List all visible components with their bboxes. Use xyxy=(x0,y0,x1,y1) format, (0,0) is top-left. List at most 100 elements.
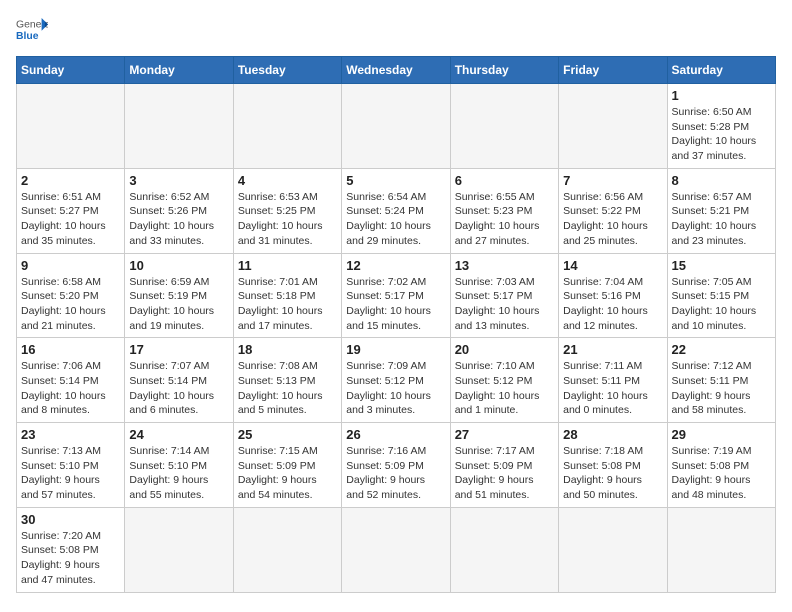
day-number: 25 xyxy=(238,427,337,442)
calendar-cell: 11 Sunrise: 7:01 AM Sunset: 5:18 PM Dayli… xyxy=(233,253,341,338)
calendar-week-1: 2 Sunrise: 6:51 AM Sunset: 5:27 PM Daylig… xyxy=(17,168,776,253)
calendar-cell xyxy=(450,84,558,169)
calendar-cell xyxy=(17,84,125,169)
calendar-cell: 25 Sunrise: 7:15 AM Sunset: 5:09 PM Dayli… xyxy=(233,423,341,508)
day-info: Sunrise: 7:05 AM Sunset: 5:15 PM Dayligh… xyxy=(672,275,771,334)
weekday-header-monday: Monday xyxy=(125,57,233,84)
calendar-cell: 7 Sunrise: 6:56 AM Sunset: 5:22 PM Daylig… xyxy=(559,168,667,253)
calendar-cell: 8 Sunrise: 6:57 AM Sunset: 5:21 PM Daylig… xyxy=(667,168,775,253)
day-info: Sunrise: 6:51 AM Sunset: 5:27 PM Dayligh… xyxy=(21,190,120,249)
calendar-cell: 20 Sunrise: 7:10 AM Sunset: 5:12 PM Dayli… xyxy=(450,338,558,423)
day-number: 2 xyxy=(21,173,120,188)
day-number: 15 xyxy=(672,258,771,273)
weekday-header-thursday: Thursday xyxy=(450,57,558,84)
day-number: 27 xyxy=(455,427,554,442)
svg-text:Blue: Blue xyxy=(16,31,39,42)
day-info: Sunrise: 7:20 AM Sunset: 5:08 PM Dayligh… xyxy=(21,529,120,588)
day-info: Sunrise: 7:10 AM Sunset: 5:12 PM Dayligh… xyxy=(455,359,554,418)
day-info: Sunrise: 6:58 AM Sunset: 5:20 PM Dayligh… xyxy=(21,275,120,334)
day-number: 8 xyxy=(672,173,771,188)
calendar-cell: 23 Sunrise: 7:13 AM Sunset: 5:10 PM Dayli… xyxy=(17,423,125,508)
calendar-cell: 1Sunrise: 6:50 AM Sunset: 5:28 PM Daylig… xyxy=(667,84,775,169)
day-info: Sunrise: 7:16 AM Sunset: 5:09 PM Dayligh… xyxy=(346,444,445,503)
calendar-cell: 19Sunrise: 7:09 AM Sunset: 5:12 PM Dayli… xyxy=(342,338,450,423)
day-info: Sunrise: 6:57 AM Sunset: 5:21 PM Dayligh… xyxy=(672,190,771,249)
day-number: 28 xyxy=(563,427,662,442)
calendar-cell xyxy=(125,84,233,169)
calendar-cell: 18Sunrise: 7:08 AM Sunset: 5:13 PM Dayli… xyxy=(233,338,341,423)
calendar-cell xyxy=(233,507,341,592)
header: General Blue xyxy=(16,16,776,44)
day-number: 21 xyxy=(563,342,662,357)
day-info: Sunrise: 7:11 AM Sunset: 5:11 PM Dayligh… xyxy=(563,359,662,418)
day-info: Sunrise: 7:17 AM Sunset: 5:09 PM Dayligh… xyxy=(455,444,554,503)
calendar-week-0: 1Sunrise: 6:50 AM Sunset: 5:28 PM Daylig… xyxy=(17,84,776,169)
day-info: Sunrise: 7:15 AM Sunset: 5:09 PM Dayligh… xyxy=(238,444,337,503)
day-info: Sunrise: 6:53 AM Sunset: 5:25 PM Dayligh… xyxy=(238,190,337,249)
day-info: Sunrise: 6:56 AM Sunset: 5:22 PM Dayligh… xyxy=(563,190,662,249)
day-info: Sunrise: 7:12 AM Sunset: 5:11 PM Dayligh… xyxy=(672,359,771,418)
logo: General Blue xyxy=(16,16,48,44)
day-info: Sunrise: 7:01 AM Sunset: 5:18 PM Dayligh… xyxy=(238,275,337,334)
day-number: 14 xyxy=(563,258,662,273)
calendar-cell xyxy=(667,507,775,592)
calendar-cell: 28 Sunrise: 7:18 AM Sunset: 5:08 PM Dayli… xyxy=(559,423,667,508)
day-number: 6 xyxy=(455,173,554,188)
day-number: 12 xyxy=(346,258,445,273)
day-number: 29 xyxy=(672,427,771,442)
calendar-cell: 22Sunrise: 7:12 AM Sunset: 5:11 PM Dayli… xyxy=(667,338,775,423)
calendar-cell: 26 Sunrise: 7:16 AM Sunset: 5:09 PM Dayli… xyxy=(342,423,450,508)
day-number: 11 xyxy=(238,258,337,273)
calendar-cell xyxy=(125,507,233,592)
calendar-week-2: 9Sunrise: 6:58 AM Sunset: 5:20 PM Daylig… xyxy=(17,253,776,338)
calendar-cell xyxy=(233,84,341,169)
calendar-cell: 27 Sunrise: 7:17 AM Sunset: 5:09 PM Dayli… xyxy=(450,423,558,508)
day-number: 1 xyxy=(672,88,771,103)
day-info: Sunrise: 7:06 AM Sunset: 5:14 PM Dayligh… xyxy=(21,359,120,418)
day-info: Sunrise: 7:07 AM Sunset: 5:14 PM Dayligh… xyxy=(129,359,228,418)
day-info: Sunrise: 7:03 AM Sunset: 5:17 PM Dayligh… xyxy=(455,275,554,334)
day-info: Sunrise: 7:13 AM Sunset: 5:10 PM Dayligh… xyxy=(21,444,120,503)
calendar-cell: 9Sunrise: 6:58 AM Sunset: 5:20 PM Daylig… xyxy=(17,253,125,338)
calendar-cell: 29Sunrise: 7:19 AM Sunset: 5:08 PM Dayli… xyxy=(667,423,775,508)
day-number: 10 xyxy=(129,258,228,273)
calendar-cell: 13 Sunrise: 7:03 AM Sunset: 5:17 PM Dayli… xyxy=(450,253,558,338)
calendar-cell xyxy=(342,84,450,169)
day-number: 30 xyxy=(21,512,120,527)
day-number: 5 xyxy=(346,173,445,188)
day-info: Sunrise: 7:14 AM Sunset: 5:10 PM Dayligh… xyxy=(129,444,228,503)
day-number: 23 xyxy=(21,427,120,442)
calendar-cell: 30 Sunrise: 7:20 AM Sunset: 5:08 PM Dayli… xyxy=(17,507,125,592)
logo-icon: General Blue xyxy=(16,16,48,44)
calendar-cell: 4Sunrise: 6:53 AM Sunset: 5:25 PM Daylig… xyxy=(233,168,341,253)
calendar-cell: 10 Sunrise: 6:59 AM Sunset: 5:19 PM Dayli… xyxy=(125,253,233,338)
day-info: Sunrise: 6:52 AM Sunset: 5:26 PM Dayligh… xyxy=(129,190,228,249)
day-info: Sunrise: 6:59 AM Sunset: 5:19 PM Dayligh… xyxy=(129,275,228,334)
weekday-header-sunday: Sunday xyxy=(17,57,125,84)
calendar-cell: 16 Sunrise: 7:06 AM Sunset: 5:14 PM Dayli… xyxy=(17,338,125,423)
day-number: 16 xyxy=(21,342,120,357)
weekday-header-wednesday: Wednesday xyxy=(342,57,450,84)
day-number: 24 xyxy=(129,427,228,442)
day-number: 13 xyxy=(455,258,554,273)
day-info: Sunrise: 6:54 AM Sunset: 5:24 PM Dayligh… xyxy=(346,190,445,249)
day-info: Sunrise: 6:55 AM Sunset: 5:23 PM Dayligh… xyxy=(455,190,554,249)
day-number: 20 xyxy=(455,342,554,357)
calendar: SundayMondayTuesdayWednesdayThursdayFrid… xyxy=(16,56,776,593)
calendar-week-4: 23 Sunrise: 7:13 AM Sunset: 5:10 PM Dayli… xyxy=(17,423,776,508)
calendar-cell: 17 Sunrise: 7:07 AM Sunset: 5:14 PM Dayli… xyxy=(125,338,233,423)
calendar-cell xyxy=(342,507,450,592)
day-info: Sunrise: 7:02 AM Sunset: 5:17 PM Dayligh… xyxy=(346,275,445,334)
day-number: 19 xyxy=(346,342,445,357)
calendar-cell: 5 Sunrise: 6:54 AM Sunset: 5:24 PM Daylig… xyxy=(342,168,450,253)
calendar-week-5: 30 Sunrise: 7:20 AM Sunset: 5:08 PM Dayli… xyxy=(17,507,776,592)
calendar-cell: 21 Sunrise: 7:11 AM Sunset: 5:11 PM Dayli… xyxy=(559,338,667,423)
day-number: 26 xyxy=(346,427,445,442)
day-number: 17 xyxy=(129,342,228,357)
day-info: Sunrise: 7:18 AM Sunset: 5:08 PM Dayligh… xyxy=(563,444,662,503)
day-number: 7 xyxy=(563,173,662,188)
calendar-cell: 3Sunrise: 6:52 AM Sunset: 5:26 PM Daylig… xyxy=(125,168,233,253)
calendar-cell: 2 Sunrise: 6:51 AM Sunset: 5:27 PM Daylig… xyxy=(17,168,125,253)
calendar-week-3: 16 Sunrise: 7:06 AM Sunset: 5:14 PM Dayli… xyxy=(17,338,776,423)
weekday-header-friday: Friday xyxy=(559,57,667,84)
